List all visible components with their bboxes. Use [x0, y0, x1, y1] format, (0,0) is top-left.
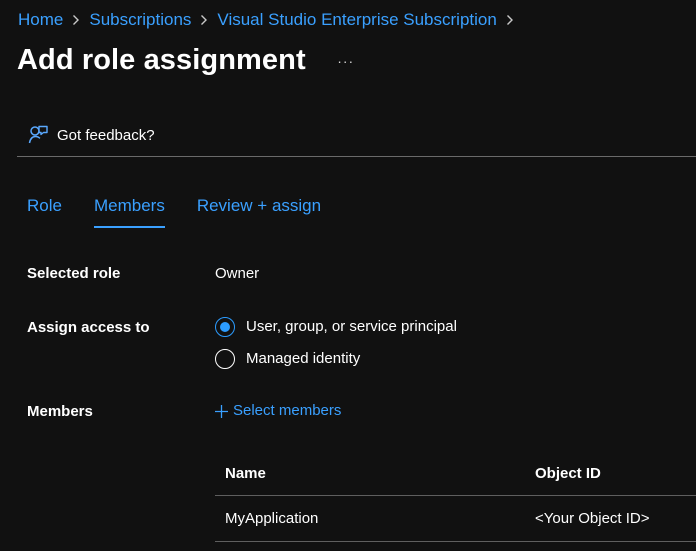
radio-selected-icon[interactable] — [215, 317, 235, 337]
chevron-right-icon — [199, 13, 209, 27]
tab-review-assign[interactable]: Review + assign — [197, 195, 321, 226]
members-label: Members — [27, 403, 93, 420]
radio-selected-dot — [220, 322, 230, 332]
select-members-label: Select members — [233, 402, 342, 419]
breadcrumb-visual-studio-enterprise-subscription-link[interactable]: Visual Studio Enterprise Subscription — [217, 9, 496, 31]
more-options-button[interactable]: ··· — [337, 51, 354, 71]
assign-access-option-label: User, group, or service principal — [246, 318, 457, 335]
radio-unselected-icon[interactable] — [215, 349, 235, 369]
select-members-button[interactable]: Select members — [214, 401, 341, 421]
selected-role-value: Owner — [215, 265, 260, 282]
feedback-icon — [27, 124, 49, 146]
assign-access-option-label: Managed identity — [246, 350, 361, 367]
feedback-label: Got feedback? — [57, 126, 155, 144]
tab-members[interactable]: Members — [93, 195, 165, 228]
assign-access-user-group-service-principal-option[interactable]: User, group, or service principal — [215, 317, 457, 337]
members-table-header: Name Object ID — [215, 451, 696, 496]
breadcrumb-home-link[interactable]: Home — [18, 9, 63, 31]
column-header-object-id: Object ID — [535, 464, 601, 482]
page-header: Add role assignment ··· — [17, 42, 354, 78]
selected-role-label: Selected role — [27, 265, 121, 282]
members-table: Name Object ID MyApplication <Your Objec… — [215, 451, 696, 551]
member-object-id-cell: <Your Object ID> — [535, 509, 650, 527]
breadcrumb: Home Subscriptions Visual Studio Enterpr… — [18, 9, 515, 31]
column-header-name: Name — [225, 464, 266, 482]
member-name-cell: MyApplication — [225, 509, 319, 527]
breadcrumb-subscriptions-link[interactable]: Subscriptions — [89, 9, 191, 31]
plus-icon — [214, 404, 229, 419]
tab-role[interactable]: Role — [27, 195, 62, 226]
assign-access-label: Assign access to — [27, 319, 150, 336]
chevron-right-icon — [71, 13, 81, 27]
feedback-button[interactable]: Got feedback? — [27, 124, 155, 146]
header-divider — [17, 156, 696, 157]
page-title: Add role assignment — [17, 44, 306, 76]
role-assignment-tabs: Role Members Review + assign — [27, 195, 321, 228]
chevron-right-icon — [505, 13, 515, 27]
table-row[interactable]: MyApplication <Your Object ID> — [215, 496, 696, 542]
add-role-assignment-page: Home Subscriptions Visual Studio Enterpr… — [0, 0, 696, 551]
assign-access-managed-identity-option[interactable]: Managed identity — [215, 349, 360, 369]
